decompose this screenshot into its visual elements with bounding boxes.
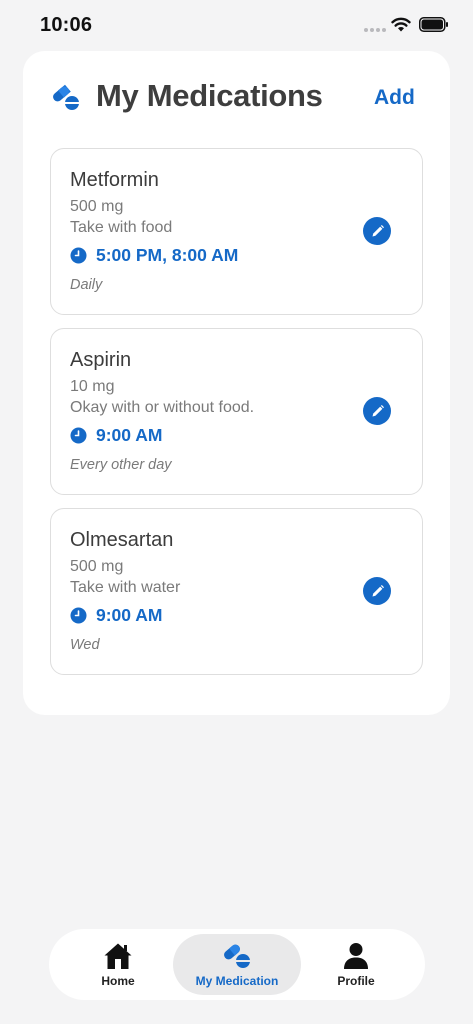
tab-label: My Medication xyxy=(195,973,279,988)
medication-name: Aspirin xyxy=(70,349,132,371)
pencil-icon xyxy=(372,224,384,236)
medication-schedule: 5:00 PM, 8:00 AM xyxy=(70,245,238,266)
screen: 10:06 My Medications Add Metformin 500 m… xyxy=(0,0,473,1024)
tab-my-medication[interactable]: My Medication xyxy=(173,934,301,995)
medication-card[interactable]: Aspirin 10 mg Okay with or without food.… xyxy=(50,328,423,495)
edit-button[interactable] xyxy=(363,397,391,425)
pills-icon xyxy=(53,84,79,110)
home-icon xyxy=(104,943,132,969)
medication-schedule: 9:00 AM xyxy=(70,425,162,446)
medication-name: Olmesartan xyxy=(70,529,174,551)
clock-icon xyxy=(70,607,87,624)
clock-icon xyxy=(70,427,87,444)
wifi-icon xyxy=(391,17,411,32)
tab-home[interactable]: Home xyxy=(71,934,165,995)
tab-label: Home xyxy=(101,973,135,988)
tab-label: Profile xyxy=(337,973,375,988)
tab-bar: Home My Medication Profile xyxy=(49,929,425,1000)
medication-frequency: Daily xyxy=(70,277,103,293)
medication-frequency: Every other day xyxy=(70,457,172,473)
medication-times: 5:00 PM, 8:00 AM xyxy=(96,245,239,265)
medication-times: 9:00 AM xyxy=(96,425,163,445)
medication-dose: 10 mg xyxy=(70,378,115,395)
pills-icon xyxy=(224,944,250,968)
add-button[interactable]: Add xyxy=(374,86,415,110)
medication-instructions: Take with water xyxy=(70,579,181,596)
medication-dose: 500 mg xyxy=(70,198,124,215)
edit-button[interactable] xyxy=(363,577,391,605)
person-icon xyxy=(344,942,368,969)
medication-card[interactable]: Olmesartan 500 mg Take with water 9:00 A… xyxy=(50,508,423,675)
status-bar: 10:06 xyxy=(0,0,473,52)
clock-icon xyxy=(70,247,87,264)
medication-dose: 500 mg xyxy=(70,558,124,575)
edit-button[interactable] xyxy=(363,217,391,245)
medication-name: Metformin xyxy=(70,169,159,191)
tab-profile[interactable]: Profile xyxy=(309,934,403,995)
pencil-icon xyxy=(372,404,384,416)
battery-icon xyxy=(419,17,448,32)
medications-panel: My Medications Add Metformin 500 mg Take… xyxy=(23,51,450,715)
page-title: My Medications xyxy=(96,78,323,113)
medication-frequency: Wed xyxy=(70,637,100,653)
medication-instructions: Take with food xyxy=(70,219,173,236)
medication-times: 9:00 AM xyxy=(96,605,163,625)
medication-instructions: Okay with or without food. xyxy=(70,399,255,416)
medication-card[interactable]: Metformin 500 mg Take with food 5:00 PM,… xyxy=(50,148,423,315)
pencil-icon xyxy=(372,584,384,596)
status-time: 10:06 xyxy=(40,14,93,36)
medication-schedule: 9:00 AM xyxy=(70,605,162,626)
cellular-signal-icon xyxy=(364,28,386,32)
